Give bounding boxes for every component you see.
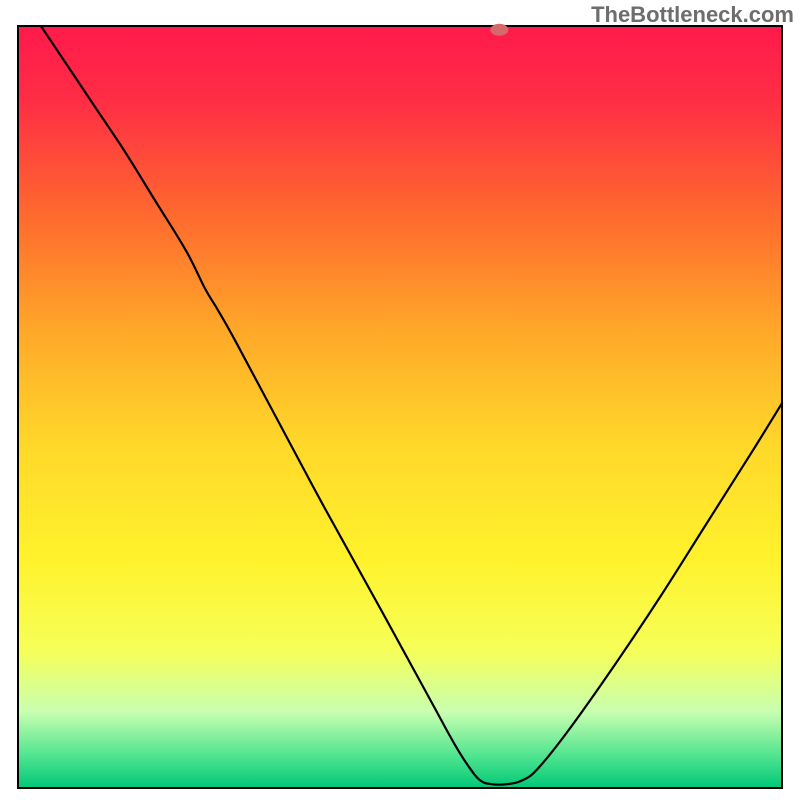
- chart-svg: [0, 0, 800, 800]
- watermark-text: TheBottleneck.com: [591, 2, 794, 28]
- plot-area: [18, 24, 782, 788]
- chart-container: TheBottleneck.com: [0, 0, 800, 800]
- gradient-background: [18, 26, 782, 788]
- optimal-marker: [490, 24, 508, 36]
